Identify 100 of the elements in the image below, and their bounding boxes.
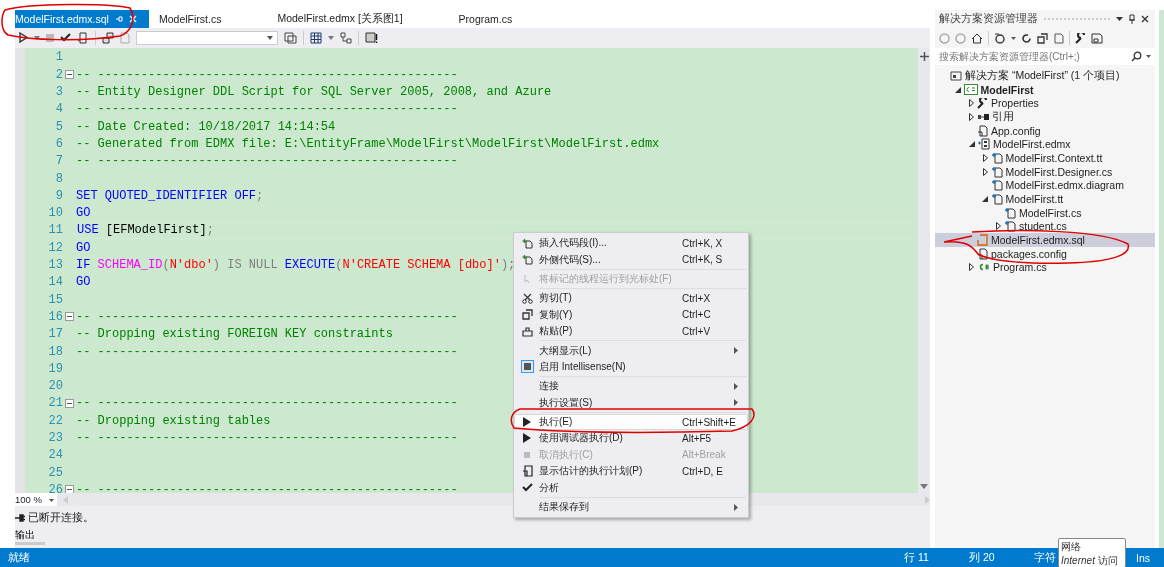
file-icon: [1004, 206, 1016, 219]
line-number: 8: [54, 171, 63, 186]
menu-item[interactable]: 启用 Intellisense(N): [514, 358, 748, 376]
expanded-arrow-icon[interactable]: [955, 86, 961, 93]
document-icon[interactable]: [284, 31, 297, 44]
pin-icon[interactable]: [1129, 14, 1135, 24]
tree-item[interactable]: student.cs: [935, 219, 1155, 234]
caret-icon[interactable]: [1146, 55, 1151, 58]
tree-item[interactable]: ModelFirst.Designer.cs: [935, 164, 1155, 179]
tree-item[interactable]: 引用: [935, 110, 1155, 124]
collapsed-arrow-icon[interactable]: [996, 222, 1001, 231]
document-icon[interactable]: [1053, 32, 1064, 44]
collapsed-arrow-icon[interactable]: [969, 112, 974, 121]
scrollbar[interactable]: [918, 47, 930, 494]
tree-item[interactable]: ModelFirst: [935, 82, 1155, 97]
tree-item[interactable]: Properties: [935, 96, 1155, 111]
menu-item[interactable]: 插入代码段(I)... Ctrl+K, X: [514, 235, 748, 252]
document-tab[interactable]: ModelFirst.edmx [关系图1]: [273, 10, 415, 28]
tree-item[interactable]: packages.config: [935, 246, 1155, 261]
search-field[interactable]: 搜索解决方案资源管理器(Ctrl+;): [935, 48, 1155, 65]
line-number: 6: [54, 136, 63, 151]
close-icon[interactable]: [1141, 15, 1149, 23]
scissors-icon: [521, 292, 533, 304]
caret-icon[interactable]: [1116, 17, 1123, 21]
search-icon[interactable]: [1131, 51, 1142, 62]
tree-item[interactable]: ModelFirst.edmx.diagram: [935, 178, 1155, 193]
document-icon[interactable]: [77, 31, 89, 44]
tree-item[interactable]: App.config: [935, 123, 1155, 138]
char-indicator: 字符: [1034, 550, 1056, 565]
output-tab[interactable]: 输出: [15, 525, 45, 546]
tree-item[interactable]: ModelFirst.edmx.sql: [935, 233, 1155, 247]
tree-item[interactable]: ModelFirst.tt: [935, 192, 1155, 206]
menu-item[interactable]: 连接: [514, 378, 748, 395]
document-tab[interactable]: Program.cs: [454, 10, 525, 28]
caret-icon[interactable]: [1011, 36, 1016, 40]
snippet-icon: [521, 254, 533, 266]
menu-item[interactable]: 复制(Y) Ctrl+C: [514, 306, 748, 323]
shortcut-label: Ctrl+V: [682, 325, 712, 337]
tree-item[interactable]: ModelFirst.Context.tt: [935, 151, 1155, 165]
tree-item[interactable]: Program.cs: [935, 260, 1155, 275]
tree-item[interactable]: ModelFirst.edmx: [935, 137, 1155, 152]
collapse-icon[interactable]: [65, 312, 74, 322]
line-number: 2: [54, 67, 63, 82]
checkmark-icon[interactable]: [60, 33, 71, 43]
collapsed-arrow-icon[interactable]: [969, 263, 974, 272]
menu-item[interactable]: 外侧代码(S)... Ctrl+K, S: [514, 251, 748, 268]
code-line: IF SCHEMA_ID(N'dbo') IS NULL EXECUTE(N'CREATE SCHEMA [dbo]');: [76, 258, 516, 273]
file-icon: [990, 165, 1003, 178]
collapse-icon[interactable]: [65, 485, 74, 494]
message-icon[interactable]: [365, 31, 378, 44]
menu-item[interactable]: 显示估计的执行计划(P) Ctrl+D, E: [514, 463, 748, 480]
collapsed-arrow-icon[interactable]: [982, 153, 988, 162]
preview-icon[interactable]: [1091, 32, 1103, 44]
line-number: 9: [54, 188, 63, 203]
tree-item[interactable]: 解决方案 “ModelFirst” (1 个项目): [935, 69, 1155, 83]
collapse-icon[interactable]: [65, 398, 74, 408]
grid-icon[interactable]: [310, 31, 322, 44]
scroll-down-icon[interactable]: [920, 484, 928, 490]
code-line: GO: [76, 275, 91, 290]
menu-item[interactable]: 分析: [514, 479, 748, 496]
menu-item[interactable]: 粘贴(P) Ctrl+V: [514, 322, 748, 340]
line-number: 12: [47, 240, 63, 255]
tree-item[interactable]: ModelFirst.cs: [935, 205, 1155, 220]
stop-icon[interactable]: [46, 33, 54, 42]
copy-icon[interactable]: [1037, 32, 1048, 44]
history-icon[interactable]: [994, 32, 1006, 44]
references-icon: [977, 112, 989, 121]
menu-item[interactable]: 结果保存到: [514, 498, 748, 516]
menu-item[interactable]: 剪切(T) Ctrl+X: [514, 290, 748, 307]
model-file-icon: [977, 138, 990, 151]
line-number: 25: [47, 465, 63, 480]
wrench-icon[interactable]: [1075, 32, 1086, 44]
play-icon[interactable]: [19, 32, 28, 44]
menu-item[interactable]: 使用调试器执行(D) Alt+F5: [514, 430, 748, 447]
menu-item[interactable]: 执行设置(S): [514, 394, 748, 411]
copy-icon: [521, 309, 533, 321]
collapsed-arrow-icon[interactable]: [969, 99, 974, 108]
code-line: -- --------------------------------------------------: [76, 309, 458, 324]
collapsed-arrow-icon[interactable]: [982, 167, 988, 176]
code-line: -- --------------------------------------------------: [76, 344, 458, 359]
refresh-icon[interactable]: [1021, 32, 1032, 44]
collapse-icon[interactable]: [65, 70, 74, 80]
menu-item[interactable]: 大纲显示(L): [514, 342, 748, 359]
menu-item[interactable]: 执行(E) Ctrl+Shift+E: [514, 413, 748, 431]
table-icon[interactable]: [102, 31, 114, 44]
home-icon[interactable]: [971, 32, 983, 44]
expanded-arrow-icon[interactable]: [968, 141, 975, 148]
code-line: -- --------------------------------------------------: [76, 102, 458, 117]
play-icon: [523, 433, 531, 444]
line-number: 4: [54, 102, 63, 117]
document-icon[interactable]: [120, 31, 130, 44]
csharp-project-icon: [963, 84, 978, 96]
split-icon[interactable]: [919, 51, 929, 61]
diagram-icon[interactable]: [340, 31, 352, 44]
expanded-arrow-icon[interactable]: [982, 196, 988, 203]
line-number: 17: [47, 327, 63, 342]
zoom-dropdown[interactable]: 100 %: [15, 493, 57, 507]
document-tab[interactable]: ModelFirst.cs: [154, 10, 234, 28]
checkmark-icon: [521, 483, 533, 493]
shortcut-label: Alt+Break: [682, 449, 727, 461]
